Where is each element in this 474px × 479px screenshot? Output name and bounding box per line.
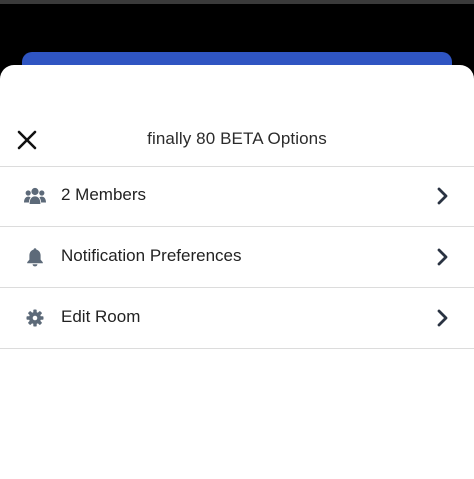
options-sheet: finally 80 BETA Options 2 Members Notifi… xyxy=(0,65,474,479)
status-bar-strip xyxy=(0,0,474,4)
sheet-header: finally 80 BETA Options xyxy=(0,111,474,167)
sheet-title: finally 80 BETA Options xyxy=(147,129,327,148)
menu-item-label: 2 Members xyxy=(61,185,147,204)
menu-item-edit-room[interactable]: Edit Room xyxy=(0,288,474,349)
users-icon xyxy=(24,186,46,206)
menu-item-members[interactable]: 2 Members xyxy=(0,166,474,227)
gear-icon xyxy=(24,308,46,328)
chevron-right-icon xyxy=(437,309,448,327)
menu-item-label: Edit Room xyxy=(61,307,141,326)
chevron-right-icon xyxy=(437,187,448,205)
bell-icon xyxy=(24,247,46,267)
chevron-right-icon xyxy=(437,248,448,266)
menu-item-label: Notification Preferences xyxy=(61,246,242,265)
menu-item-notification-preferences[interactable]: Notification Preferences xyxy=(0,227,474,288)
